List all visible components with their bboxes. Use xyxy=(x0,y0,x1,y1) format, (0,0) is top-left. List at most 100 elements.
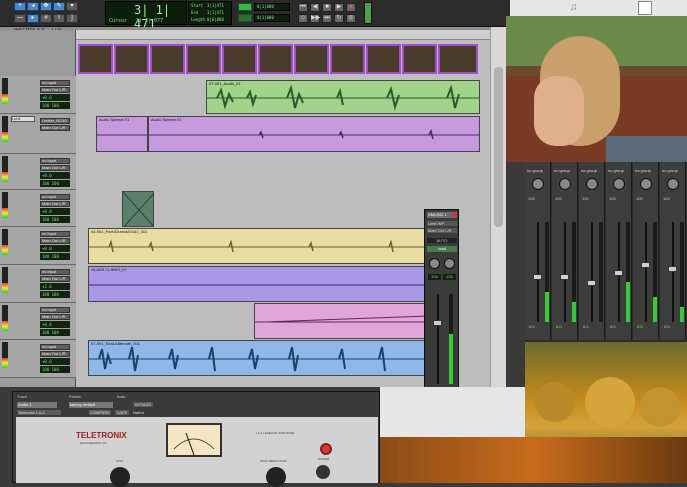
volume-fader[interactable] xyxy=(533,274,542,280)
fast-forward-button[interactable]: ▶▶ xyxy=(310,14,320,23)
track-pan[interactable]: 100 100 xyxy=(40,366,70,373)
volume-value[interactable]: 0.0 xyxy=(583,324,589,329)
clip-pink[interactable] xyxy=(254,303,426,339)
strip-insert[interactable]: Limit INP xyxy=(427,221,457,226)
length-value[interactable]: 0|0|000 xyxy=(207,17,224,22)
track-volume[interactable]: +2.0 xyxy=(40,283,70,290)
group-label[interactable]: no group xyxy=(608,168,624,173)
track-row[interactable]: no input Main Out L/R +2.0 100 100 xyxy=(0,265,76,303)
track-volume[interactable]: +0.0 xyxy=(40,358,70,365)
track-output[interactable]: Main Out L/R xyxy=(40,201,70,207)
pan-knob[interactable] xyxy=(532,178,544,190)
pan-knob[interactable] xyxy=(640,178,652,190)
track-row[interactable]: no input Main Out L/R +0.0 100 100 xyxy=(0,340,76,378)
video-frame[interactable] xyxy=(78,44,113,74)
track-output[interactable]: Main Out L/R xyxy=(40,351,70,357)
strip-output[interactable]: Main Out L/R xyxy=(427,228,457,233)
track-output[interactable]: Main Out L/R xyxy=(40,238,70,244)
return-to-zero-button[interactable]: ⏮ xyxy=(298,3,308,12)
track-row[interactable]: no input Main Out L/R +0.0 100 100 xyxy=(0,303,76,340)
pan-left-knob[interactable] xyxy=(429,258,440,269)
track-pan[interactable]: 100 100 xyxy=(40,180,70,187)
slip-mode-button[interactable]: — xyxy=(14,14,26,23)
track-volume[interactable]: +0.0 xyxy=(40,245,70,252)
loop-button[interactable]: ↻ xyxy=(334,14,344,23)
video-frame[interactable] xyxy=(330,44,365,74)
video-window[interactable] xyxy=(506,16,687,162)
volume-value[interactable]: 0.0 xyxy=(529,324,535,329)
group-label[interactable]: no group xyxy=(662,168,678,173)
track-output[interactable]: Main Out L/R xyxy=(40,314,70,320)
video-frame[interactable] xyxy=(402,44,437,74)
track-selector[interactable]: Audio 1 xyxy=(17,402,57,408)
pan-value[interactable]: 100 xyxy=(609,196,616,201)
pre-roll-value[interactable]: 0|1|000 xyxy=(254,3,290,11)
track-input[interactable]: no input xyxy=(40,307,70,313)
track-pan[interactable]: 100 100 xyxy=(40,253,70,260)
video-frame[interactable] xyxy=(366,44,401,74)
track-input[interactable]: no input xyxy=(40,344,70,350)
pan-right-knob[interactable] xyxy=(444,258,455,269)
gain-knob[interactable] xyxy=(110,467,130,487)
video-frame[interactable] xyxy=(294,44,329,74)
track-input[interactable]: no input xyxy=(40,80,70,86)
video-frame[interactable] xyxy=(222,44,257,74)
record-button[interactable]: ● xyxy=(346,3,356,12)
smart-tool-button[interactable]: ▾ xyxy=(66,2,78,11)
track-pan[interactable]: 100 100 xyxy=(40,216,70,223)
stop-button[interactable]: ■ xyxy=(322,3,332,12)
power-switch[interactable] xyxy=(316,465,330,479)
pencil-tool-button[interactable]: ✎ xyxy=(53,2,65,11)
track-input[interactable]: no input xyxy=(40,231,70,237)
clip-blue[interactable]: 07-001_Sea1Alternate_001 xyxy=(88,340,426,376)
spot-mode-button[interactable]: ▸ xyxy=(27,14,39,23)
volume-value[interactable]: 0.0 xyxy=(610,324,616,329)
punch-button[interactable]: ◎ xyxy=(346,14,356,23)
pan-value[interactable]: 100 xyxy=(528,196,535,201)
track-row[interactable]: no input Main Out L/R +0.0 100 100 xyxy=(0,190,76,227)
clip-lavender[interactable]: GLASS CLINKS_07 xyxy=(88,266,426,302)
volume-fader[interactable] xyxy=(433,320,442,326)
volume-value[interactable]: 0.0 xyxy=(556,324,562,329)
preset-selector[interactable]: factory default xyxy=(69,402,113,408)
group-label[interactable]: no group xyxy=(527,168,543,173)
online-button[interactable]: ◇ xyxy=(298,14,308,23)
track-volume[interactable]: +0.0 xyxy=(40,208,70,215)
pan-knob[interactable] xyxy=(667,178,679,190)
clip-teal[interactable] xyxy=(122,191,154,227)
safe-button[interactable]: SAFE xyxy=(115,410,129,415)
track-volume[interactable]: +0.0 xyxy=(40,172,70,179)
post-roll-value[interactable]: 0|1|000 xyxy=(254,14,290,22)
volume-fader[interactable] xyxy=(614,270,623,276)
rewind-button[interactable]: ◀ xyxy=(310,3,320,12)
video-frame[interactable] xyxy=(438,44,478,74)
peak-reduction-knob[interactable] xyxy=(266,467,286,487)
video-frame[interactable] xyxy=(258,44,293,74)
track-row[interactable]: no input Main Out L/R +0.0 100 100 xyxy=(0,76,76,114)
track-row[interactable]: no input Main Out L/R +0.0 100 100 xyxy=(0,154,76,190)
timeline-ruler[interactable] xyxy=(76,30,490,40)
track-row[interactable]: Limit Limiter_BC4G Main Out L/R xyxy=(0,114,76,154)
track-pan[interactable]: 100 100 xyxy=(40,329,70,336)
track-input[interactable]: no input xyxy=(40,269,70,275)
pre-roll-toggle[interactable] xyxy=(238,3,252,11)
track-name[interactable]: Limit xyxy=(11,116,35,122)
insert-name[interactable]: Teletronix LA-2 xyxy=(17,410,61,415)
pan-knob[interactable] xyxy=(586,178,598,190)
clip-green[interactable]: 07-001_Audio_01 xyxy=(206,80,480,114)
group-label[interactable]: no group xyxy=(581,168,597,173)
volume-fader[interactable] xyxy=(560,274,569,280)
post-roll-toggle[interactable] xyxy=(238,14,252,22)
bypass-button[interactable]: BYPASS xyxy=(133,402,153,407)
trim-tool-button[interactable]: ] xyxy=(66,14,78,23)
shuffle-mode-button[interactable]: ◂ xyxy=(27,2,39,11)
volume-fader[interactable] xyxy=(668,266,677,272)
volume-fader[interactable] xyxy=(641,262,650,268)
pan-value[interactable]: 100 xyxy=(663,196,670,201)
go-to-end-button[interactable]: ⏭ xyxy=(322,14,332,23)
video-frame[interactable] xyxy=(114,44,149,74)
clip-purple-2[interactable]: Audio Speech 01 xyxy=(148,116,480,152)
pan-right-value[interactable]: 100 xyxy=(443,274,456,280)
pan-value[interactable]: 100 xyxy=(636,196,643,201)
pan-value[interactable]: 100 xyxy=(555,196,562,201)
